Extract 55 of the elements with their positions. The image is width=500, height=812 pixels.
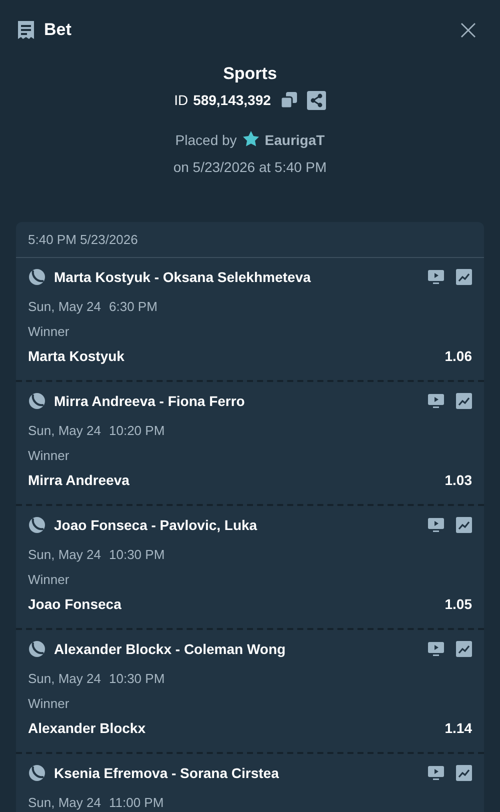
match-title: Alexander Blockx - Coleman Wong [54,641,287,657]
id-label: ID [174,91,188,110]
tv-play-icon[interactable] [428,269,444,285]
selection-name: Joao Fonseca [28,595,122,614]
market-name: Winner [28,323,70,341]
stats-chart-icon[interactable] [456,641,472,657]
odds-value: 1.03 [444,471,472,490]
tv-play-icon[interactable] [428,641,444,657]
share-icon[interactable] [306,90,326,110]
stats-chart-icon[interactable] [456,393,472,409]
tennis-ball-icon [28,764,46,782]
stats-chart-icon[interactable] [456,269,472,285]
ticket-timestamp: 5:40 PM 5/23/2026 [16,222,484,258]
market-name: Winner [28,695,70,713]
dialog-title: Bet [44,20,72,40]
placed-by-label: Placed by [175,131,237,150]
match-title: Mirra Andreeva - Fiona Ferro [54,393,246,409]
match-title: Joao Fonseca - Pavlovic, Luka [54,517,258,533]
tennis-ball-icon [28,268,46,286]
event-date: Sun, May 24 [28,298,101,316]
tv-play-icon[interactable] [428,765,444,781]
match-title: Marta Kostyuk - Oksana Selekhmeteva [54,269,312,285]
sport-title: Sports [223,63,277,85]
bet-id: 589,143,392 [193,91,271,110]
market-name: Winner [28,447,70,465]
event-time: 10:30 PM [109,670,165,688]
event-time: 10:30 PM [109,546,165,564]
copy-icon[interactable] [280,91,298,109]
tv-play-icon[interactable] [428,393,444,409]
tennis-ball-icon [28,516,46,534]
username: EaurigaT [264,131,325,150]
event-time: 10:20 PM [109,422,165,440]
selection-name: Mirra Andreeva [28,471,130,490]
event-date: Sun, May 24 [28,670,101,688]
stats-chart-icon[interactable] [456,517,472,533]
market-name: Winner [28,571,70,589]
selection-name: Marta Kostyuk [28,347,124,366]
tennis-ball-icon [28,640,46,658]
odds-value: 1.06 [444,347,472,366]
event-time: 11:00 PM [109,794,164,812]
event-date: Sun, May 24 [28,422,101,440]
odds-value: 1.05 [444,595,472,614]
placed-date: on 5/23/2026 at 5:40 PM [173,158,327,177]
close-button[interactable]: × [452,16,484,44]
tv-play-icon[interactable] [428,517,444,533]
tennis-ball-icon [28,392,46,410]
odds-value: 1.14 [444,719,472,738]
stats-chart-icon[interactable] [456,765,472,781]
match-title: Ksenia Efremova - Sorana Cirstea [54,765,280,781]
selection-name: Alexander Blockx [28,719,146,738]
receipt-icon [16,20,36,40]
event-date: Sun, May 24 [28,546,101,564]
event-time: 6:30 PM [109,298,158,316]
star-badge-icon [242,131,260,149]
event-date: Sun, May 24 [28,794,101,812]
